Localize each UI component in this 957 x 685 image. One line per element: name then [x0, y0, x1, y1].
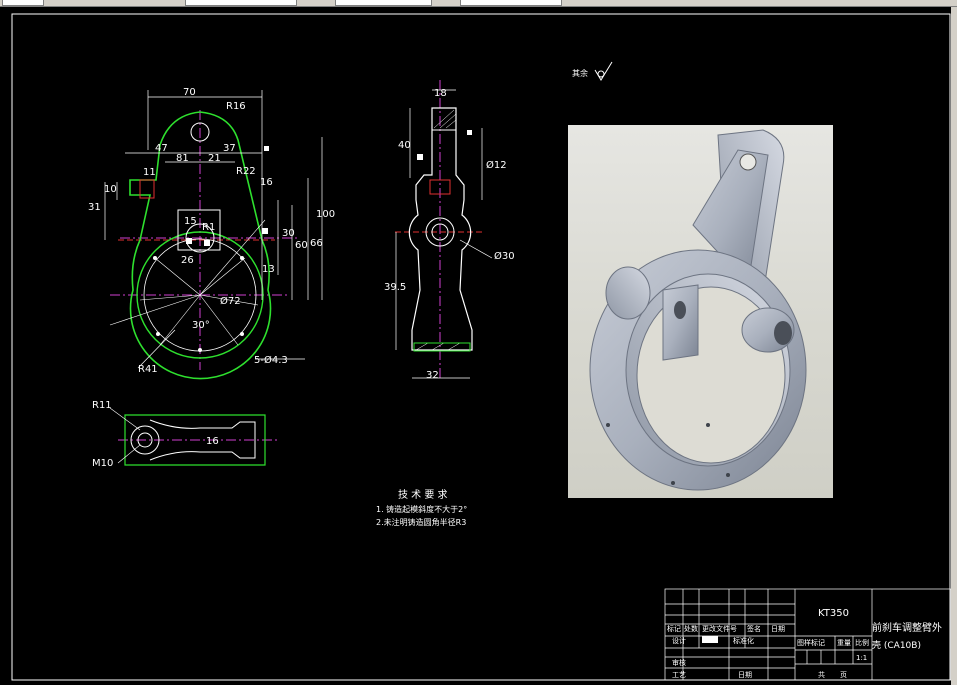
- dim-26: 26: [181, 255, 194, 266]
- dim-10: 10: [104, 184, 117, 195]
- dim-r16: R16: [226, 101, 246, 112]
- tech-req-1: 1. 铸造起模斜度不大于2°: [376, 504, 467, 514]
- dim-100: 100: [316, 209, 335, 220]
- dim-r11: R11: [92, 400, 112, 411]
- svg-text:标记: 标记: [667, 624, 681, 633]
- dim-81: 81: [176, 153, 189, 164]
- top-toolbar: [0, 0, 957, 7]
- dim-r22: R22: [236, 166, 256, 177]
- dim-holes: 5-Ø4.3: [254, 354, 288, 366]
- tech-req-2: 2.未注明铸造圆角半径R3: [376, 517, 466, 527]
- dim-11: 11: [143, 167, 156, 178]
- roughness-note: 其余: [572, 61, 613, 81]
- dim-phi30: Ø30: [494, 250, 515, 262]
- svg-text:其余: 其余: [572, 68, 588, 78]
- svg-text:图样标记: 图样标记: [797, 638, 825, 647]
- dim-39-5: 39.5: [384, 282, 406, 293]
- signature-design: [702, 636, 718, 643]
- svg-text:重量: 重量: [837, 639, 851, 647]
- dim-m10: M10: [92, 458, 113, 469]
- dim-60: 60: [295, 240, 308, 251]
- toolbar-field-1[interactable]: [2, 0, 44, 6]
- toolbar-field-3[interactable]: [335, 0, 432, 6]
- svg-text:比例: 比例: [855, 638, 869, 647]
- tech-req-title: 技 术 要 求: [398, 488, 448, 501]
- svg-text:审核: 审核: [672, 658, 686, 667]
- dim-40: 40: [398, 140, 411, 151]
- dim-r1: R1: [202, 222, 215, 233]
- drawing-canvas[interactable]: 70 R16 47 37 81 21 R22 R1 15 26 16 30 60…: [0, 7, 957, 685]
- toolbar-field-2[interactable]: [185, 0, 297, 6]
- dim-32: 32: [426, 370, 439, 381]
- svg-text:1:1: 1:1: [856, 654, 867, 662]
- dim-70: 70: [183, 87, 196, 98]
- side-view: 18 40 Ø12 Ø30 39.5 32: [384, 80, 515, 381]
- svg-text:日期: 日期: [771, 625, 785, 633]
- dim-16: 16: [260, 177, 273, 188]
- svg-text:处数: 处数: [684, 624, 698, 633]
- toolbar-field-4[interactable]: [460, 0, 562, 6]
- dim-r41: R41: [138, 364, 158, 375]
- part-name-1: 前刹车调整臂外: [872, 621, 942, 634]
- dim-16-top: 16: [206, 436, 219, 447]
- dim-30deg: 30°: [192, 320, 210, 331]
- front-view: 70 R16 47 37 81 21 R22 R1 15 26 16 30 60…: [88, 87, 335, 380]
- dim-phi72: Ø72: [220, 295, 241, 307]
- dim-18: 18: [434, 88, 447, 99]
- tech-requirements: 技 术 要 求 1. 铸造起模斜度不大于2° 2.未注明铸造圆角半径R3: [376, 488, 467, 527]
- dim-phi12: Ø12: [486, 159, 507, 171]
- dim-13: 13: [262, 264, 275, 275]
- dim-21: 21: [208, 153, 221, 164]
- dim-37: 37: [223, 143, 236, 154]
- dim-66: 66: [310, 238, 323, 249]
- dim-15: 15: [184, 216, 197, 227]
- svg-text:签名: 签名: [747, 624, 761, 633]
- dim-47: 47: [155, 143, 168, 154]
- dim-31: 31: [88, 202, 101, 213]
- svg-text:更改文件号: 更改文件号: [702, 624, 737, 633]
- 3d-model-render: [568, 125, 833, 498]
- part-name-2: 壳 (CA10B): [872, 639, 921, 651]
- svg-text:页: 页: [840, 671, 847, 679]
- vertical-scrollbar[interactable]: [951, 7, 957, 685]
- svg-text:工艺: 工艺: [672, 671, 686, 679]
- top-view: R11 M10 16: [92, 400, 280, 469]
- svg-text:共: 共: [818, 670, 825, 679]
- dim-30: 30: [282, 228, 295, 239]
- part-code: KT350: [818, 608, 849, 619]
- svg-text:标准化: 标准化: [733, 636, 754, 645]
- title-block: [664, 588, 952, 681]
- svg-text:日期: 日期: [738, 671, 752, 679]
- svg-text:设计: 设计: [672, 636, 686, 645]
